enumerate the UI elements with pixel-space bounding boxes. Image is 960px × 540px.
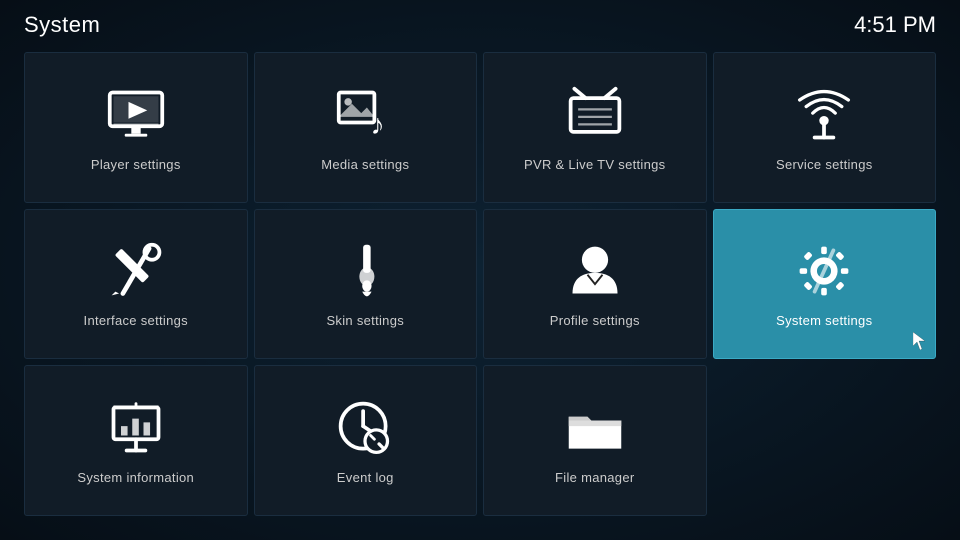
skin-icon	[333, 239, 397, 303]
pvr-settings-label: PVR & Live TV settings	[524, 157, 665, 172]
file-manager-label: File manager	[555, 470, 634, 485]
profile-icon	[563, 239, 627, 303]
eventlog-icon	[333, 396, 397, 460]
tile-system-information[interactable]: System information	[24, 365, 248, 516]
system-settings-label: System settings	[776, 313, 872, 328]
interface-settings-label: Interface settings	[84, 313, 188, 328]
interface-icon	[104, 239, 168, 303]
player-settings-label: Player settings	[91, 157, 181, 172]
tile-media-settings[interactable]: ♪ Media settings	[254, 52, 478, 203]
player-icon	[104, 83, 168, 147]
system-information-label: System information	[77, 470, 194, 485]
tile-file-manager[interactable]: File manager	[483, 365, 707, 516]
empty-tile	[713, 365, 937, 516]
service-settings-label: Service settings	[776, 157, 873, 172]
pvr-icon	[563, 83, 627, 147]
system-page: System 4:51 PM Play	[0, 0, 960, 540]
event-log-label: Event log	[337, 470, 394, 485]
tile-pvr-settings[interactable]: PVR & Live TV settings	[483, 52, 707, 203]
tile-interface-settings[interactable]: Interface settings	[24, 209, 248, 360]
tile-profile-settings[interactable]: Profile settings	[483, 209, 707, 360]
tile-skin-settings[interactable]: Skin settings	[254, 209, 478, 360]
svg-text:♪: ♪	[371, 109, 385, 140]
tile-system-settings[interactable]: System settings	[713, 209, 937, 360]
tile-service-settings[interactable]: Service settings	[713, 52, 937, 203]
page-title: System	[24, 12, 100, 38]
header: System 4:51 PM	[0, 0, 960, 46]
service-icon	[792, 83, 856, 147]
cursor-icon	[913, 332, 925, 350]
profile-settings-label: Profile settings	[550, 313, 640, 328]
tile-event-log[interactable]: Event log	[254, 365, 478, 516]
filemanager-icon	[563, 396, 627, 460]
sysinfo-icon	[104, 396, 168, 460]
settings-grid: Player settings ♪ Media settings	[0, 46, 960, 532]
skin-settings-label: Skin settings	[326, 313, 404, 328]
media-settings-label: Media settings	[321, 157, 409, 172]
media-icon: ♪	[333, 83, 397, 147]
clock: 4:51 PM	[854, 12, 936, 38]
system-settings-icon	[792, 239, 856, 303]
tile-player-settings[interactable]: Player settings	[24, 52, 248, 203]
